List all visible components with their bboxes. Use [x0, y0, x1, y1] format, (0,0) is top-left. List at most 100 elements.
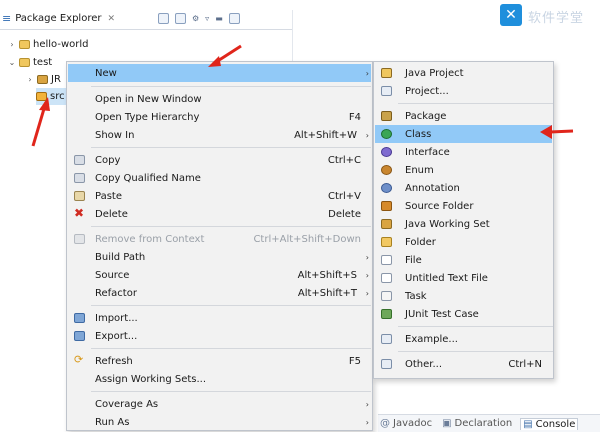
tree-item-test[interactable]: ⌄ test — [8, 54, 53, 71]
annotation-icon — [381, 183, 392, 193]
menu-item-import[interactable]: Import... — [68, 309, 371, 327]
submenu-item-folder[interactable]: Folder — [375, 233, 552, 251]
task-icon — [381, 291, 392, 301]
tab-declaration[interactable]: ▣ Declaration — [440, 418, 514, 429]
menu-item-paste[interactable]: Paste Ctrl+V — [68, 187, 371, 205]
menu-item-label: Delete — [95, 208, 128, 220]
menu-item-open-type-hierarchy[interactable]: Open Type Hierarchy F4 — [68, 108, 371, 126]
menu-item-shortcut: Alt+Shift+T — [297, 287, 357, 299]
library-icon — [37, 75, 48, 84]
menu-item-remove-from-context[interactable]: Remove from Context Ctrl+Alt+Shift+Down — [68, 230, 371, 248]
chevron-right-icon[interactable]: › — [26, 75, 34, 84]
menu-item-label: New — [95, 67, 117, 79]
submenu-item-enum[interactable]: Enum — [375, 161, 552, 179]
copy-qualified-name-icon — [74, 173, 85, 183]
submenu-item-java-working-set[interactable]: Java Working Set — [375, 215, 552, 233]
menu-item-shortcut: Ctrl+C — [327, 154, 361, 166]
submenu-item-label: Source Folder — [405, 200, 474, 212]
close-icon[interactable]: ✕ — [107, 14, 115, 24]
submenu-item-file[interactable]: File — [375, 251, 552, 269]
maximize-icon[interactable] — [228, 13, 240, 24]
menu-item-shortcut: Alt+Shift+S — [297, 269, 357, 281]
submenu-item-junit-test-case[interactable]: JUnit Test Case — [375, 305, 552, 323]
submenu-item-label: Untitled Text File — [405, 272, 488, 284]
menu-item-run-as[interactable]: Run As › — [68, 413, 371, 431]
javadoc-icon: @ — [380, 418, 390, 429]
menu-item-label: Export... — [95, 330, 138, 342]
tab-console[interactable]: ▤ Console — [520, 417, 579, 430]
submenu-item-task[interactable]: Task — [375, 287, 552, 305]
folder-icon — [381, 237, 392, 247]
menu-item-coverage-as[interactable]: Coverage As › — [68, 395, 371, 413]
submenu-item-java-project[interactable]: Java Project — [375, 64, 552, 82]
menu-item-label: Source — [95, 269, 130, 281]
tab-javadoc[interactable]: @ Javadoc — [378, 418, 434, 429]
package-icon — [381, 111, 392, 121]
submenu-item-project[interactable]: Project... — [375, 82, 552, 100]
submenu-item-label: Folder — [405, 236, 436, 248]
submenu-item-label: Enum — [405, 164, 434, 176]
tree-item-label: test — [33, 57, 53, 68]
console-icon: ▤ — [523, 418, 533, 430]
junit-icon — [381, 309, 392, 319]
declaration-icon: ▣ — [442, 418, 452, 429]
menu-item-source[interactable]: Source Alt+Shift+S › — [68, 266, 371, 284]
submenu-item-untitled-text-file[interactable]: Untitled Text File — [375, 269, 552, 287]
enum-icon — [381, 165, 392, 175]
submenu-item-label: Example... — [405, 333, 458, 345]
menu-item-assign-working-sets[interactable]: Assign Working Sets... — [68, 370, 371, 388]
menu-item-copy-qualified-name[interactable]: Copy Qualified Name — [68, 169, 371, 187]
tree-item-label: src — [50, 91, 65, 102]
menu-item-shortcut: Alt+Shift+W — [294, 129, 357, 141]
submenu-item-label: JUnit Test Case — [405, 308, 479, 320]
menu-item-delete[interactable]: ✖ Delete Delete — [68, 205, 371, 223]
package-explorer-icon: ≡ — [2, 11, 12, 25]
menu-item-label: Refactor — [95, 287, 137, 299]
menu-item-refactor[interactable]: Refactor Alt+Shift+T › — [68, 284, 371, 302]
tab-label: Console — [535, 418, 576, 430]
submenu-arrow-icon: › — [365, 270, 369, 280]
class-icon — [381, 129, 392, 139]
focus-icon[interactable]: ⚙ — [192, 13, 199, 24]
menu-item-refresh[interactable]: ⟳ Refresh F5 — [68, 352, 371, 370]
submenu-item-label: File — [405, 254, 422, 266]
menu-item-label: Build Path — [95, 251, 146, 263]
submenu-item-source-folder[interactable]: Source Folder — [375, 197, 552, 215]
menu-item-label: Refresh — [95, 355, 133, 367]
menu-item-show-in[interactable]: Show In Alt+Shift+W › — [68, 126, 371, 144]
submenu-item-class[interactable]: Class — [375, 125, 552, 143]
chevron-down-icon[interactable]: ⌄ — [8, 58, 16, 67]
collapse-all-icon[interactable] — [158, 13, 169, 24]
menu-item-label: Show In — [95, 129, 135, 141]
menu-item-build-path[interactable]: Build Path › — [68, 248, 371, 266]
view-menu-icon[interactable]: ▿ — [205, 13, 209, 24]
submenu-item-example[interactable]: Example... — [375, 330, 552, 348]
submenu-arrow-icon: › — [365, 288, 369, 298]
menu-separator — [91, 348, 371, 349]
source-folder-icon — [381, 201, 392, 211]
tree-item-jre[interactable]: › JR — [26, 71, 61, 88]
tree-item-hello-world[interactable]: › hello-world — [8, 36, 88, 53]
menu-item-copy[interactable]: Copy Ctrl+C — [68, 151, 371, 169]
submenu-item-interface[interactable]: Interface — [375, 143, 552, 161]
menu-item-export[interactable]: Export... — [68, 327, 371, 345]
menu-item-label: Coverage As — [95, 398, 159, 410]
submenu-item-package[interactable]: Package — [375, 107, 552, 125]
export-icon — [74, 331, 85, 341]
submenu-item-annotation[interactable]: Annotation — [375, 179, 552, 197]
context-menu: New › Open in New Window Open Type Hiera… — [66, 61, 373, 431]
submenu-item-label: Package — [405, 110, 447, 122]
project-folder-icon — [19, 40, 30, 49]
tab-package-explorer[interactable]: ≡ Package Explorer ✕ — [2, 11, 115, 25]
submenu-item-shortcut: Ctrl+N — [508, 358, 542, 370]
example-icon — [381, 334, 392, 344]
menu-item-shortcut: F4 — [348, 111, 361, 123]
link-with-editor-icon[interactable] — [175, 13, 186, 24]
submenu-arrow-icon: › — [365, 399, 369, 409]
refresh-icon: ⟳ — [74, 353, 84, 366]
chevron-right-icon[interactable]: › — [8, 40, 16, 49]
java-project-icon — [381, 68, 392, 78]
minimize-icon[interactable]: ▬ — [215, 13, 223, 24]
menu-item-open-in-new-window[interactable]: Open in New Window — [68, 90, 371, 108]
submenu-item-other[interactable]: Other... Ctrl+N — [375, 355, 552, 373]
